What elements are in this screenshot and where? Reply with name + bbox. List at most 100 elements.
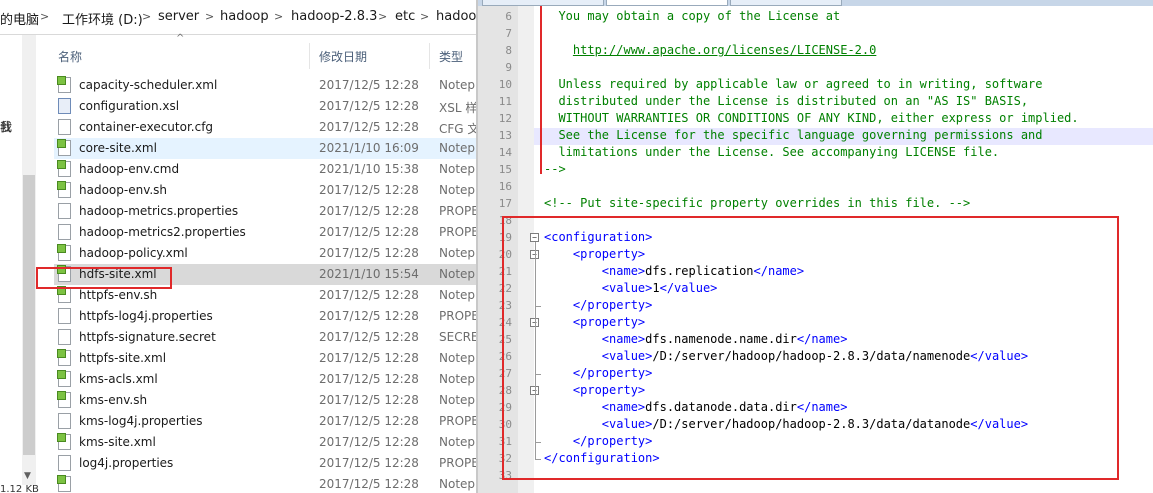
code-line[interactable]: http://www.apache.org/licenses/LICENSE-2… <box>544 43 876 57</box>
code-line[interactable]: See the License for the specific languag… <box>544 128 1042 142</box>
file-row[interactable]: kms-acls.xml 2017/12/5 12:28 Notep <box>54 369 476 390</box>
file-row[interactable]: hadoop-env.sh 2017/12/5 12:28 Notep <box>54 180 476 201</box>
file-row[interactable]: 2017/12/5 12:28 Notep <box>54 474 476 493</box>
file-row[interactable]: hadoop-policy.xml 2017/12/5 12:28 Notep <box>54 243 476 264</box>
blank-file-icon <box>58 119 71 135</box>
file-name: hadoop-env.cmd <box>79 162 180 176</box>
file-name: kms-acls.xml <box>79 372 158 386</box>
comment-text: --> <box>544 162 566 176</box>
code-line[interactable]: limitations under the License. See accom… <box>544 145 999 159</box>
xml-tag: </value> <box>659 281 718 295</box>
code-line[interactable]: <name>dfs.replication</name> <box>544 264 804 278</box>
code-line[interactable]: <value>1</value> <box>544 281 718 295</box>
url-link[interactable]: http://www.apache.org/licenses/LICENSE-2… <box>573 43 876 57</box>
column-header-date[interactable]: 修改日期 <box>319 48 367 65</box>
file-modified-date: 2017/12/5 12:28 <box>319 309 419 323</box>
breadcrumb-item-hadoop-conf[interactable]: hadoo <box>436 9 476 24</box>
breadcrumb[interactable]: 的电脑 > 工作环境 (D:) > server > hadoop > hado… <box>0 0 476 35</box>
file-row[interactable]: kms-site.xml 2017/12/5 12:28 Notep <box>54 432 476 453</box>
line-number: 12 <box>498 112 512 125</box>
chevron-right-icon[interactable]: > <box>274 10 283 23</box>
chevron-right-icon[interactable]: > <box>40 10 49 23</box>
nav-scrollbar[interactable]: ▼ <box>22 35 36 485</box>
code-line[interactable]: WITHOUT WARRANTIES OR CONDITIONS OF ANY … <box>544 111 1078 125</box>
line-number: 30 <box>498 418 512 431</box>
breadcrumb-item-pc[interactable]: 的电脑 <box>0 9 39 28</box>
file-row[interactable]: httpfs-signature.secret 2017/12/5 12:28 SE… <box>54 327 476 348</box>
tab-bar[interactable] <box>478 0 1153 6</box>
breadcrumb-item-hadoop-version[interactable]: hadoop-2.8.3 <box>291 9 377 24</box>
code-line[interactable]: </configuration> <box>544 451 660 465</box>
line-number: 17 <box>498 197 512 210</box>
column-header-type[interactable]: 类型 <box>439 48 463 65</box>
line-number: 11 <box>498 95 512 108</box>
file-name: hadoop-env.sh <box>79 183 168 197</box>
file-row[interactable]: hadoop-metrics2.properties 2017/12/5 12:2… <box>54 222 476 243</box>
column-header-name[interactable]: 名称 <box>58 48 82 65</box>
code-line[interactable]: <property> <box>544 247 645 261</box>
chevron-right-icon[interactable]: > <box>420 10 429 23</box>
line-number: 14 <box>498 146 512 159</box>
code-line[interactable]: Unless required by applicable law or agr… <box>544 77 1042 91</box>
file-row[interactable]: capacity-scheduler.xml 2017/12/5 12:28 Not… <box>54 75 476 96</box>
file-type: CFG 文 <box>439 122 476 136</box>
scrollbar-thumb[interactable] <box>23 175 35 455</box>
code-line[interactable]: <!-- Put site-specific property override… <box>544 196 970 210</box>
xml-tag: </property> <box>572 434 653 448</box>
chevron-right-icon[interactable]: > <box>378 10 387 23</box>
file-row[interactable]: httpfs-env.sh 2017/12/5 12:28 Notep <box>54 285 476 306</box>
chevron-right-icon[interactable]: > <box>205 10 214 23</box>
code-line[interactable]: <name>dfs.datanode.data.dir</name> <box>544 400 848 414</box>
file-row[interactable]: hdfs-site.xml 2021/1/10 15:54 Notep <box>54 264 476 285</box>
file-row[interactable]: configuration.xsl 2017/12/5 12:28 XSL 样 <box>54 96 476 117</box>
code-line[interactable]: <configuration> <box>544 230 652 244</box>
code-line[interactable]: </property> <box>544 366 652 380</box>
nav-item-2[interactable]: 戗 <box>0 118 12 135</box>
column-header: ^ 名称 修改日期 类型 <box>40 33 476 73</box>
code-line[interactable]: distributed under the License is distrib… <box>544 94 1028 108</box>
code-line[interactable]: You may obtain a copy of the License at <box>544 9 840 23</box>
breadcrumb-item-drive[interactable]: 工作环境 (D:) <box>62 9 143 28</box>
column-divider[interactable] <box>309 43 310 69</box>
file-row[interactable]: kms-log4j.properties 2017/12/5 12:28 PROPE <box>54 411 476 432</box>
column-divider[interactable] <box>429 43 430 69</box>
line-number: 19 <box>498 231 512 244</box>
file-modified-date: 2017/12/5 12:28 <box>319 288 419 302</box>
code-line[interactable]: <value>/D:/server/hadoop/hadoop-2.8.3/da… <box>544 349 1028 363</box>
file-modified-date: 2017/12/5 12:28 <box>319 372 419 386</box>
xml-tag: </name> <box>796 400 848 414</box>
code-line[interactable]: --> <box>544 162 566 176</box>
code-line[interactable]: <property> <box>544 315 645 329</box>
file-row[interactable]: kms-env.sh 2017/12/5 12:28 Notep <box>54 390 476 411</box>
text-node <box>544 434 573 448</box>
xml-tag: </property> <box>572 298 653 312</box>
fold-collapse-icon[interactable]: − <box>530 233 539 242</box>
file-row[interactable]: httpfs-log4j.properties 2017/12/5 12:28 PR… <box>54 306 476 327</box>
blank-file-icon <box>58 455 71 471</box>
code-line[interactable]: <name>dfs.namenode.name.dir</name> <box>544 332 848 346</box>
line-number: 25 <box>498 333 512 346</box>
scroll-down-arrow-icon[interactable]: ▼ <box>24 471 31 481</box>
xml-tag: <value> <box>601 349 653 363</box>
code-line[interactable]: <value>/D:/server/hadoop/hadoop-2.8.3/da… <box>544 417 1028 431</box>
file-row[interactable]: log4j.properties 2017/12/5 12:28 PROPE <box>54 453 476 474</box>
file-row[interactable]: httpfs-site.xml 2017/12/5 12:28 Notep <box>54 348 476 369</box>
tab-file-active[interactable] <box>606 0 728 6</box>
breadcrumb-item-server[interactable]: server <box>158 9 199 24</box>
breadcrumb-item-etc[interactable]: etc <box>395 9 415 24</box>
file-type: SECRE <box>439 330 476 344</box>
code-line[interactable]: </property> <box>544 298 652 312</box>
file-name: httpfs-env.sh <box>79 288 158 302</box>
file-row[interactable]: core-site.xml 2021/1/10 16:09 Notep <box>54 138 476 159</box>
chevron-right-icon[interactable]: > <box>142 10 151 23</box>
file-row[interactable]: hadoop-env.cmd 2021/1/10 15:38 Notep <box>54 159 476 180</box>
breadcrumb-item-hadoop[interactable]: hadoop <box>220 9 269 24</box>
notepad-xml-icon <box>57 76 71 93</box>
file-type: PROPE <box>439 225 476 239</box>
code-line[interactable]: <property> <box>544 383 645 397</box>
code-line[interactable]: </property> <box>544 434 652 448</box>
file-row[interactable]: hadoop-metrics.properties 2017/12/5 12:28… <box>54 201 476 222</box>
line-number: 28 <box>498 384 512 397</box>
tab-file-3[interactable] <box>730 0 842 6</box>
file-row[interactable]: container-executor.cfg 2017/12/5 12:28 CFG… <box>54 117 476 138</box>
